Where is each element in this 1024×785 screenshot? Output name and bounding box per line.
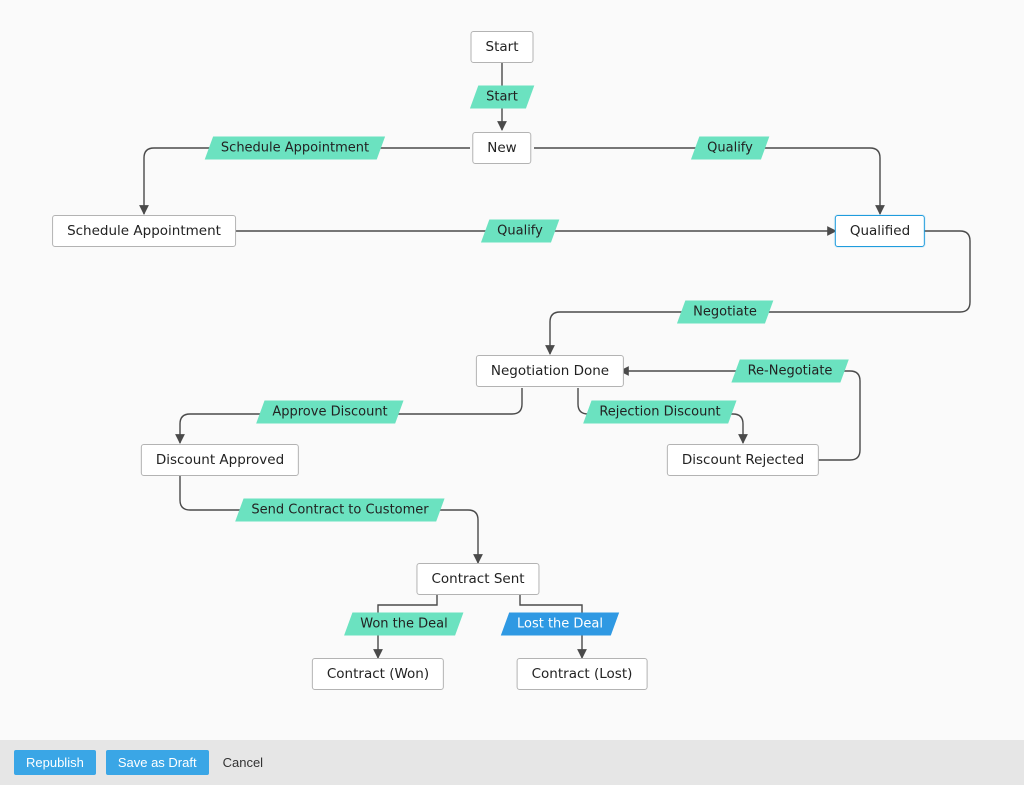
node-qualified[interactable]: Qualified (835, 215, 925, 247)
edge-label-schedule-appointment[interactable]: Schedule Appointment (205, 137, 386, 160)
edge-label-won-deal[interactable]: Won the Deal (344, 613, 464, 636)
node-new[interactable]: New (472, 132, 531, 164)
edge-label-re-negotiate[interactable]: Re-Negotiate (731, 360, 848, 383)
edge-label-approve-discount[interactable]: Approve Discount (256, 401, 404, 424)
node-discount-approved[interactable]: Discount Approved (141, 444, 299, 476)
node-negotiation-done[interactable]: Negotiation Done (476, 355, 624, 387)
node-discount-rejected[interactable]: Discount Rejected (667, 444, 819, 476)
edge-label-qualify-top[interactable]: Qualify (691, 137, 769, 160)
edge-label-lost-deal[interactable]: Lost the Deal (501, 613, 619, 636)
edge-label-start[interactable]: Start (470, 86, 534, 109)
node-contract-lost[interactable]: Contract (Lost) (517, 658, 648, 690)
republish-button[interactable]: Republish (14, 750, 96, 775)
node-contract-won[interactable]: Contract (Won) (312, 658, 444, 690)
bottom-toolbar: Republish Save as Draft Cancel (0, 740, 1024, 785)
cancel-button[interactable]: Cancel (219, 750, 267, 775)
node-start[interactable]: Start (471, 31, 534, 63)
flowchart-canvas[interactable]: Start New Schedule Appointment Qualified… (0, 0, 1024, 740)
node-schedule-appointment[interactable]: Schedule Appointment (52, 215, 236, 247)
save-as-draft-button[interactable]: Save as Draft (106, 750, 209, 775)
edge-label-qualify-mid[interactable]: Qualify (481, 220, 559, 243)
edge-label-negotiate[interactable]: Negotiate (677, 301, 773, 324)
node-contract-sent[interactable]: Contract Sent (416, 563, 539, 595)
edge-label-send-contract[interactable]: Send Contract to Customer (235, 499, 445, 522)
edge-label-rejection-discount[interactable]: Rejection Discount (583, 401, 737, 424)
